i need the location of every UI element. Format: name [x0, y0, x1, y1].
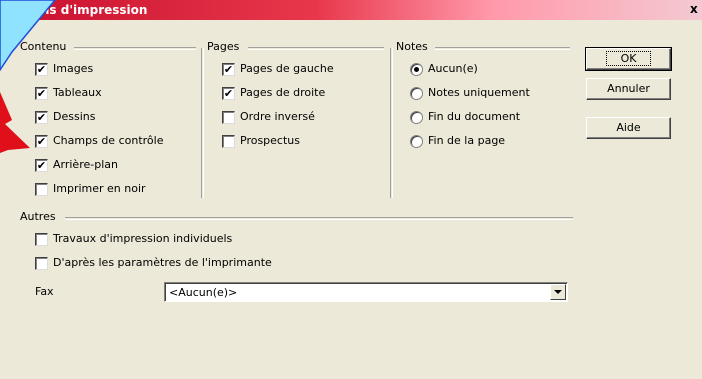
annotation-arrow-icon [0, 92, 30, 153]
annotation-overlay [0, 0, 56, 153]
annotation-shape [0, 0, 56, 72]
